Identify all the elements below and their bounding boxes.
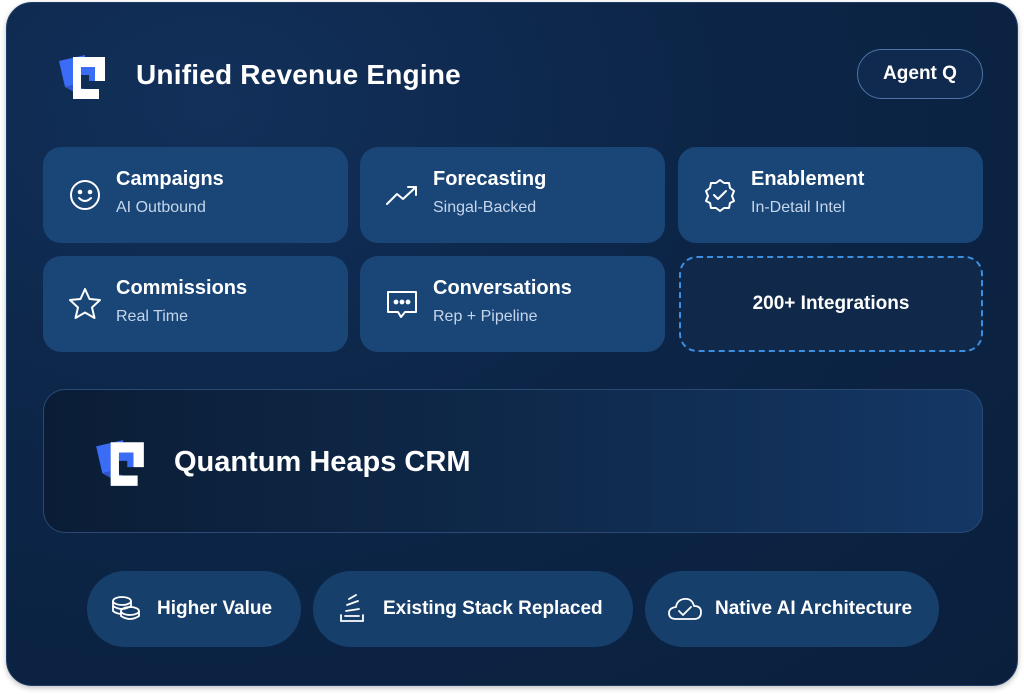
brand-logo-icon <box>55 51 109 103</box>
crm-title: Quantum Heaps CRM <box>174 446 471 478</box>
card-title: Campaigns <box>116 168 224 190</box>
card-forecasting[interactable]: Forecasting Singal-Backed <box>360 147 665 243</box>
pill-label: Native AI Architecture <box>715 598 913 619</box>
verified-badge-icon <box>702 177 738 213</box>
page-title: Unified Revenue Engine <box>136 59 461 90</box>
card-title: Conversations <box>433 277 572 299</box>
chat-bubble-icon <box>384 286 420 322</box>
cloud-check-icon <box>667 594 702 624</box>
pill-label: Higher Value <box>157 598 273 619</box>
crm-logo-icon <box>92 436 148 490</box>
main-panel: Unified Revenue Engine Agent Q Campaigns… <box>6 2 1018 686</box>
card-subtitle: In-Detail Intel <box>751 199 846 216</box>
pill-existing-stack[interactable]: Existing Stack Replaced <box>313 571 633 647</box>
coins-icon <box>109 594 143 624</box>
card-enablement[interactable]: Enablement In-Detail Intel <box>678 147 983 243</box>
smiley-icon <box>67 177 103 213</box>
pill-label: Existing Stack Replaced <box>383 598 603 619</box>
pill-native-ai[interactable]: Native AI Architecture <box>645 571 939 647</box>
card-subtitle: Real Time <box>116 308 189 325</box>
agent-q-button[interactable]: Agent Q <box>857 49 983 99</box>
card-commissions[interactable]: Commissions Real Time <box>43 256 348 352</box>
card-title: Forecasting <box>433 168 547 190</box>
card-title: Enablement <box>751 168 865 190</box>
card-subtitle: AI Outbound <box>116 199 206 216</box>
card-conversations[interactable]: Conversations Rep + Pipeline <box>360 256 665 352</box>
trend-up-icon <box>384 177 420 213</box>
card-subtitle: Rep + Pipeline <box>433 308 538 325</box>
stack-icon <box>335 594 369 624</box>
integrations-card[interactable]: 200+ Integrations <box>679 256 983 352</box>
pill-higher-value[interactable]: Higher Value <box>87 571 301 647</box>
card-title: Commissions <box>116 277 248 299</box>
crm-banner: Quantum Heaps CRM <box>43 389 983 533</box>
star-icon <box>67 286 103 322</box>
card-campaigns[interactable]: Campaigns AI Outbound <box>43 147 348 243</box>
card-subtitle: Singal-Backed <box>433 199 537 216</box>
